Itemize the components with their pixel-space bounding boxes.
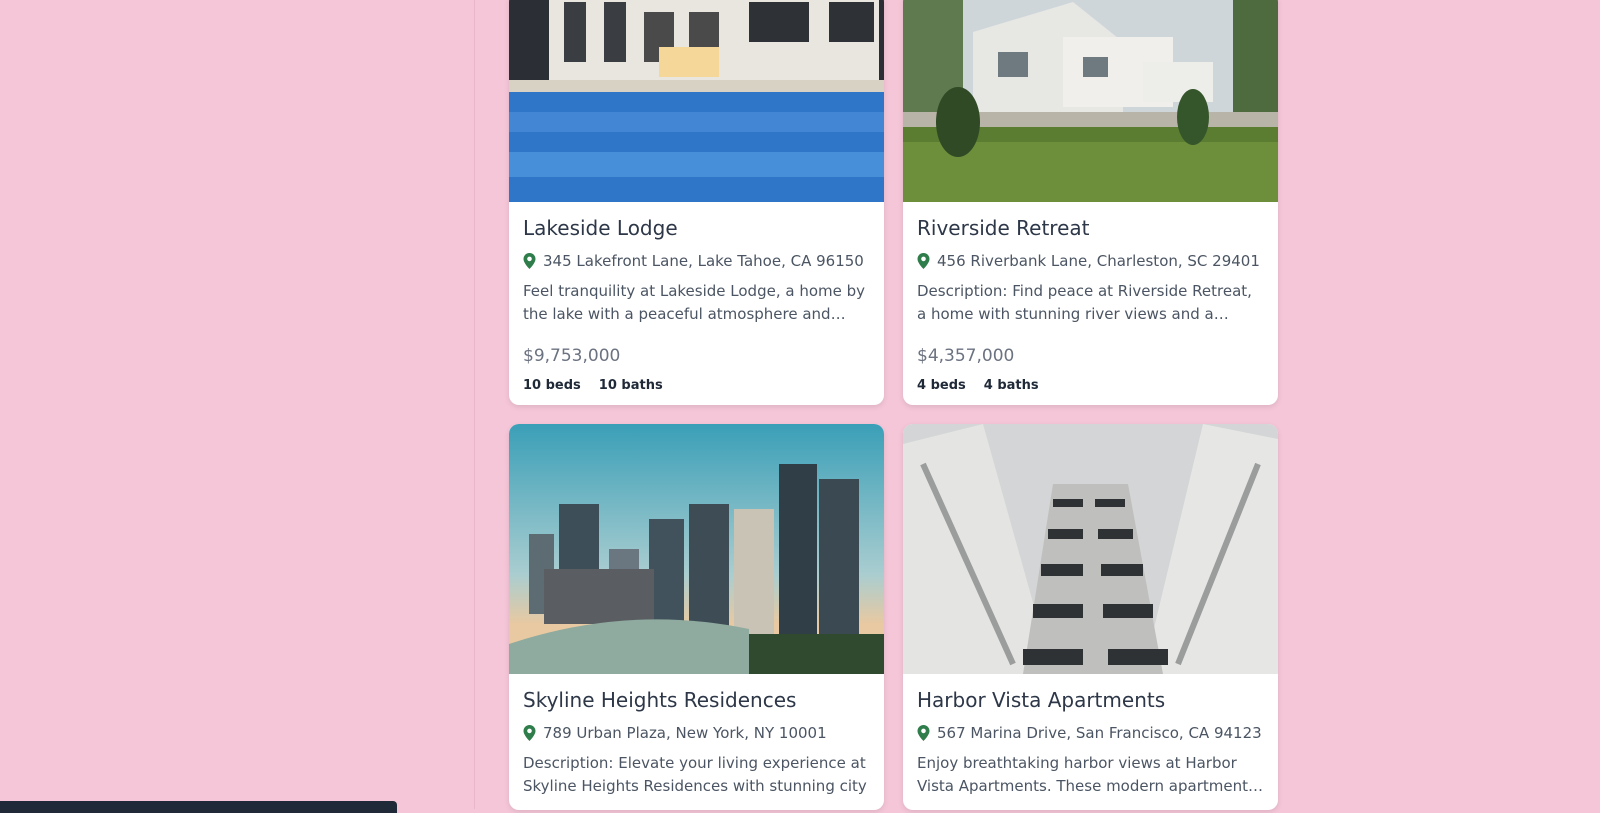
page-divider	[474, 0, 475, 809]
location-pin-icon	[523, 253, 536, 269]
listing-title[interactable]: Lakeside Lodge	[523, 216, 870, 240]
baths-count: 4 baths	[983, 378, 1039, 393]
beds-count: 4 beds	[917, 378, 966, 393]
address-text: 345 Lakefront Lane, Lake Tahoe, CA 96150	[543, 252, 864, 270]
listing-photo[interactable]	[903, 424, 1278, 674]
listing-description: Feel tranquility at Lakeside Lodge, a ho…	[523, 282, 866, 323]
browser-status-bar	[0, 801, 397, 813]
listing-card[interactable]: Skyline Heights Residences 789 Urban Pla…	[509, 424, 884, 810]
location-pin-icon	[523, 725, 536, 741]
listing-photo[interactable]	[903, 0, 1278, 202]
listing-card[interactable]: Lakeside Lodge 345 Lakefront Lane, Lake …	[509, 0, 884, 405]
address-text: 567 Marina Drive, San Francisco, CA 9412…	[937, 724, 1262, 742]
location-pin-icon	[917, 725, 930, 741]
listing-price: $4,357,000	[917, 346, 1015, 366]
listing-card[interactable]: Harbor Vista Apartments 567 Marina Drive…	[903, 424, 1278, 810]
listings-grid: Lakeside Lodge 345 Lakefront Lane, Lake …	[509, 0, 1278, 810]
listing-photo[interactable]	[509, 0, 884, 202]
listing-description: Description: Elevate your living experie…	[523, 754, 867, 795]
listing-address: 345 Lakefront Lane, Lake Tahoe, CA 96150	[523, 252, 870, 270]
listing-photo[interactable]	[509, 424, 884, 674]
listing-price: $9,753,000	[523, 346, 621, 366]
listing-description: Description: Find peace at Riverside Ret…	[917, 282, 1252, 323]
listing-card[interactable]: Riverside Retreat 456 Riverbank Lane, Ch…	[903, 0, 1278, 405]
address-text: 789 Urban Plaza, New York, NY 10001	[543, 724, 827, 742]
listing-title[interactable]: Skyline Heights Residences	[523, 688, 870, 712]
listing-address: 456 Riverbank Lane, Charleston, SC 29401	[917, 252, 1264, 270]
listing-address: 567 Marina Drive, San Francisco, CA 9412…	[917, 724, 1264, 742]
listing-description: Enjoy breathtaking harbor views at Harbo…	[917, 754, 1256, 795]
location-pin-icon	[917, 253, 930, 269]
listing-title[interactable]: Riverside Retreat	[917, 216, 1264, 240]
baths-count: 10 baths	[598, 378, 663, 393]
listing-title[interactable]: Harbor Vista Apartments	[917, 688, 1264, 712]
listing-address: 789 Urban Plaza, New York, NY 10001	[523, 724, 870, 742]
beds-count: 10 beds	[523, 378, 581, 393]
address-text: 456 Riverbank Lane, Charleston, SC 29401	[937, 252, 1260, 270]
